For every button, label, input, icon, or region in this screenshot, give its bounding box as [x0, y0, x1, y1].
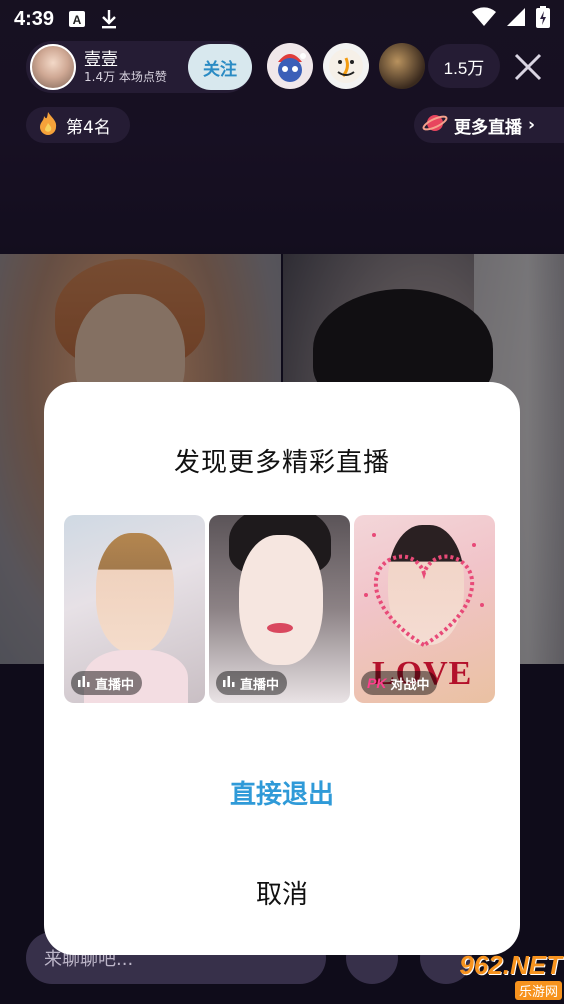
site-watermark: 962.NET 乐游网 [428, 950, 562, 1000]
host-name: 壹壹 [84, 49, 118, 70]
live-badge: 直播中 [216, 671, 288, 695]
status-bar: 4:39 A [0, 0, 564, 38]
dark-photo-avatar[interactable] [379, 43, 425, 89]
font-a-icon: A [68, 10, 86, 28]
rank-badge[interactable]: 第4名 [26, 107, 130, 143]
host-avatar[interactable] [30, 44, 76, 90]
bar-chart-icon [222, 675, 236, 691]
bar-chart-icon [77, 675, 91, 691]
robot-santa-avatar[interactable] [267, 43, 313, 89]
pk-icon: PK [367, 675, 387, 691]
wifi-icon [472, 6, 496, 32]
live-card-3[interactable]: LOVE PK 对战中 [354, 515, 495, 703]
host-likes: 1.4万 本场点赞 [84, 70, 167, 84]
follow-button[interactable]: 关注 [188, 44, 252, 90]
exit-dialog: 发现更多精彩直播 直播中 直播中 LOVE PK 对战中 直接退出 取消 [44, 382, 520, 955]
signal-icon [506, 7, 526, 32]
chevron-right-icon: › [528, 115, 536, 135]
more-live-label: 更多直播 [454, 117, 522, 138]
exit-directly-button[interactable]: 直接退出 [44, 767, 520, 817]
recommended-live-list: 直播中 直播中 LOVE PK 对战中 [64, 515, 500, 703]
battery-charging-icon [536, 5, 550, 33]
watermark-subtitle: 乐游网 [514, 981, 562, 1000]
viewer-count[interactable]: 1.5万 [428, 44, 500, 88]
svg-text:A: A [73, 13, 82, 27]
live-card-2[interactable]: 直播中 [209, 515, 350, 703]
live-card-1[interactable]: 直播中 [64, 515, 205, 703]
rank-label: 第4名 [66, 117, 111, 138]
live-badge: 直播中 [71, 671, 143, 695]
planet-icon [422, 111, 448, 140]
smiley-face-avatar[interactable] [323, 43, 369, 89]
more-live-button[interactable]: 更多直播 › [414, 107, 564, 143]
dialog-title: 发现更多精彩直播 [173, 448, 390, 478]
pk-badge: PK 对战中 [361, 671, 438, 695]
close-icon[interactable] [510, 49, 546, 85]
cancel-button[interactable]: 取消 [44, 867, 520, 917]
fire-icon [38, 111, 58, 140]
status-time: 4:39 [14, 7, 55, 30]
download-icon [100, 9, 118, 29]
